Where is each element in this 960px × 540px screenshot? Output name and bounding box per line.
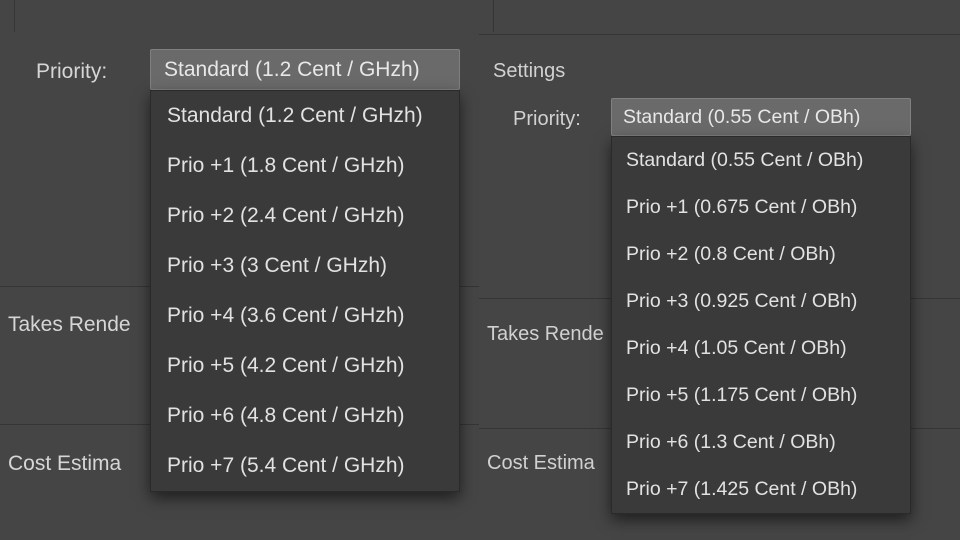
- priority-option[interactable]: Prio +1 (0.675 Cent / OBh): [612, 184, 910, 231]
- priority-option[interactable]: Standard (0.55 Cent / OBh): [612, 137, 910, 184]
- left-panel: Priority: Takes Rende Cost Estima Standa…: [0, 0, 479, 540]
- divider-vertical: [493, 0, 494, 32]
- priority-select-obh[interactable]: Standard (0.55 Cent / OBh): [611, 98, 911, 136]
- priority-option[interactable]: Prio +5 (1.175 Cent / OBh): [612, 372, 910, 419]
- settings-label: Settings: [493, 60, 565, 83]
- priority-dropdown-ghzh: Standard (1.2 Cent / GHzh) Prio +1 (1.8 …: [150, 90, 460, 492]
- priority-option[interactable]: Prio +4 (1.05 Cent / OBh): [612, 325, 910, 372]
- takes-render-label: Takes Rende: [487, 323, 604, 346]
- priority-option[interactable]: Prio +7 (1.425 Cent / OBh): [612, 466, 910, 513]
- priority-option[interactable]: Prio +5 (4.2 Cent / GHzh): [151, 341, 459, 391]
- priority-label: Priority:: [36, 60, 107, 84]
- cost-estimate-label: Cost Estima: [487, 452, 595, 475]
- takes-render-label: Takes Rende: [8, 313, 131, 337]
- priority-option[interactable]: Prio +3 (3 Cent / GHzh): [151, 241, 459, 291]
- priority-option[interactable]: Prio +3 (0.925 Cent / OBh): [612, 278, 910, 325]
- priority-option[interactable]: Prio +6 (4.8 Cent / GHzh): [151, 391, 459, 441]
- priority-option[interactable]: Prio +1 (1.8 Cent / GHzh): [151, 141, 459, 191]
- priority-dropdown-obh: Standard (0.55 Cent / OBh) Prio +1 (0.67…: [611, 136, 911, 514]
- divider-horizontal: [479, 34, 960, 35]
- right-panel: Settings Priority: Takes Rende Cost Esti…: [479, 0, 960, 540]
- cost-estimate-label: Cost Estima: [8, 452, 121, 476]
- priority-select-ghzh[interactable]: Standard (1.2 Cent / GHzh): [150, 49, 460, 90]
- priority-option[interactable]: Prio +2 (0.8 Cent / OBh): [612, 231, 910, 278]
- divider-vertical: [14, 0, 15, 32]
- priority-label: Priority:: [513, 108, 581, 131]
- priority-option[interactable]: Standard (1.2 Cent / GHzh): [151, 91, 459, 141]
- priority-option[interactable]: Prio +7 (5.4 Cent / GHzh): [151, 441, 459, 491]
- priority-option[interactable]: Prio +6 (1.3 Cent / OBh): [612, 419, 910, 466]
- app-root: Priority: Takes Rende Cost Estima Standa…: [0, 0, 960, 540]
- priority-option[interactable]: Prio +4 (3.6 Cent / GHzh): [151, 291, 459, 341]
- priority-option[interactable]: Prio +2 (2.4 Cent / GHzh): [151, 191, 459, 241]
